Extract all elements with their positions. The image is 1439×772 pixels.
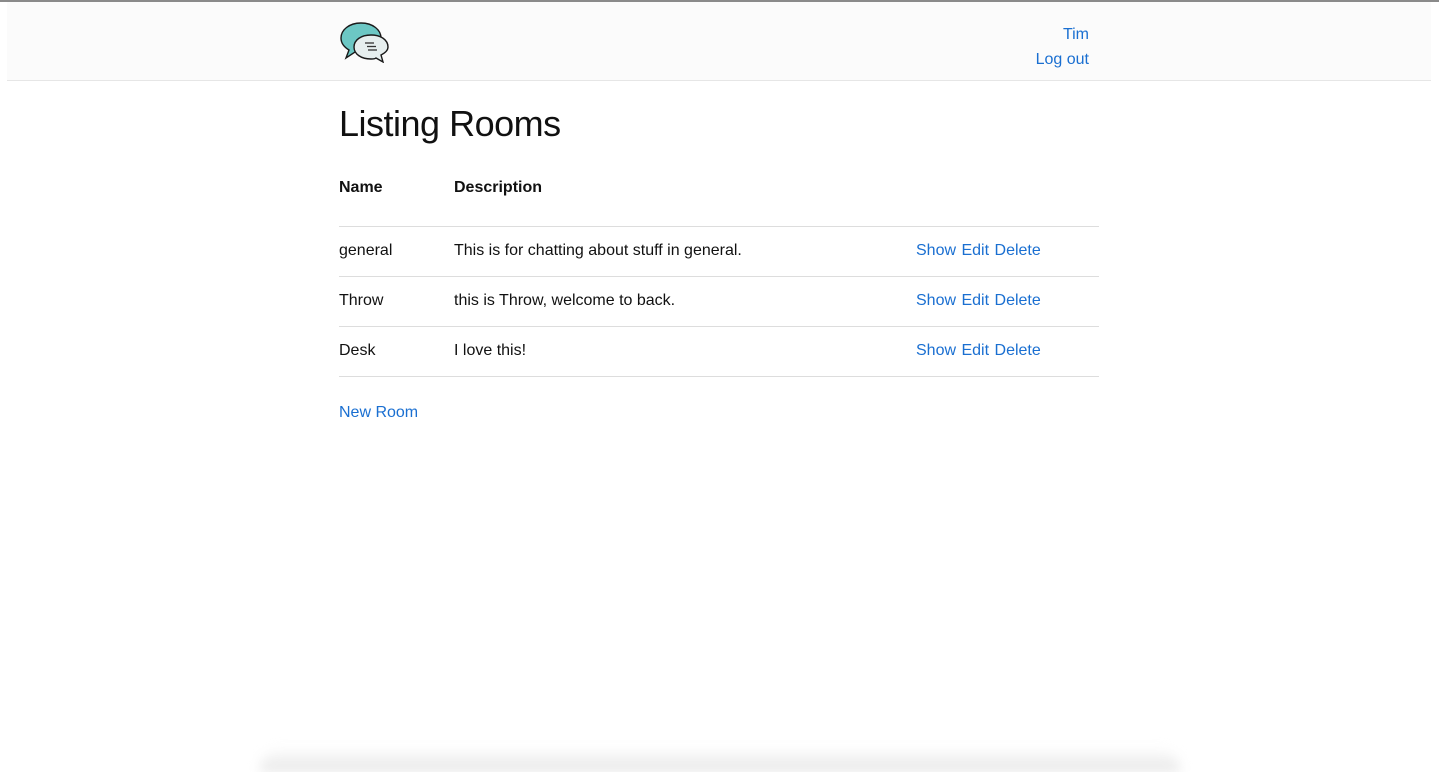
row-actions: Show Edit Delete — [916, 326, 1099, 377]
table-row: Throw this is Throw, welcome to back. Sh… — [339, 276, 1099, 327]
edit-link[interactable]: Edit — [961, 292, 989, 309]
table-row: Desk I love this! Show Edit Delete — [339, 326, 1099, 377]
row-actions: Show Edit Delete — [916, 276, 1099, 327]
delete-link[interactable]: Delete — [995, 342, 1041, 359]
room-description: this is Throw, welcome to back. — [454, 276, 916, 327]
show-link[interactable]: Show — [916, 242, 956, 259]
logout-link[interactable]: Log out — [1036, 51, 1089, 68]
chat-bubbles-icon[interactable] — [339, 21, 391, 63]
column-header-description: Description — [454, 172, 916, 227]
room-name: Desk — [339, 326, 454, 377]
table-row: general This is for chatting about stuff… — [339, 226, 1099, 277]
user-name-link[interactable]: Tim — [1063, 26, 1089, 43]
show-link[interactable]: Show — [916, 342, 956, 359]
column-header-name: Name — [339, 172, 454, 227]
delete-link[interactable]: Delete — [995, 242, 1041, 259]
column-header-actions — [916, 172, 1099, 227]
rooms-table: Name Description general This is for cha… — [339, 172, 1099, 377]
new-room-link[interactable]: New Room — [339, 404, 418, 422]
room-description: This is for chatting about stuff in gene… — [454, 226, 916, 277]
room-description: I love this! — [454, 326, 916, 377]
room-name: Throw — [339, 276, 454, 327]
row-actions: Show Edit Delete — [916, 226, 1099, 277]
room-name: general — [339, 226, 454, 277]
top-navbar: Tim Log out — [7, 2, 1431, 81]
main-content: Listing Rooms Name Description general T… — [339, 81, 1099, 422]
edit-link[interactable]: Edit — [961, 242, 989, 259]
table-header-row: Name Description — [339, 172, 1099, 227]
page-title: Listing Rooms — [339, 103, 561, 144]
edit-link[interactable]: Edit — [961, 342, 989, 359]
window-bottom-shadow — [260, 748, 1180, 772]
user-menu: Tim Log out — [1036, 22, 1089, 72]
delete-link[interactable]: Delete — [995, 292, 1041, 309]
show-link[interactable]: Show — [916, 292, 956, 309]
